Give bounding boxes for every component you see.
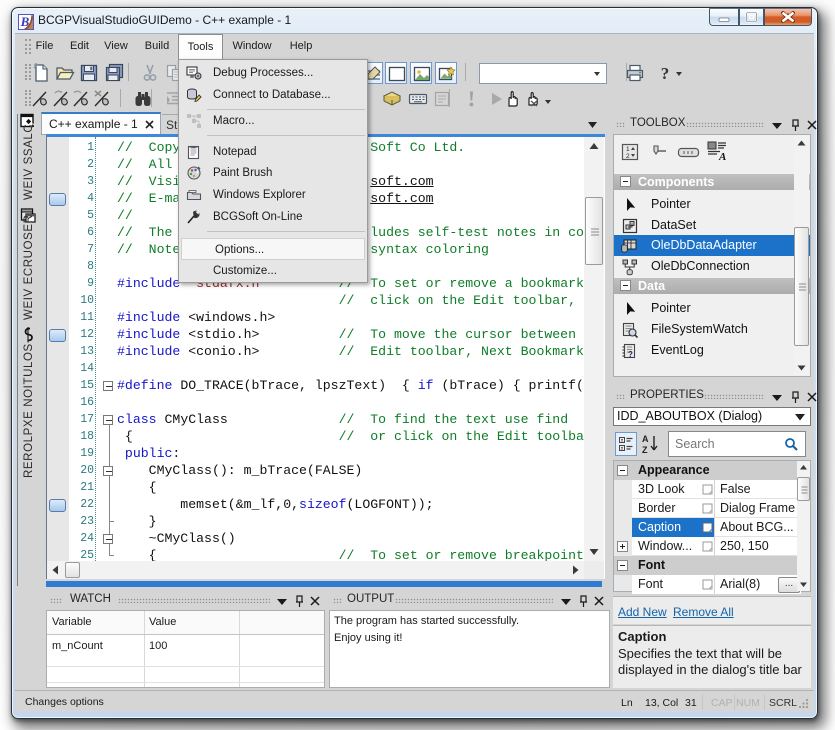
svg-text:A: A	[642, 434, 649, 444]
svg-text:B: B	[20, 14, 30, 29]
svg-text:?: ?	[628, 350, 633, 359]
svg-text:Z: Z	[642, 445, 648, 455]
svg-text:1: 1	[626, 146, 630, 153]
svg-text:?: ?	[661, 64, 670, 83]
svg-text:2: 2	[626, 153, 630, 160]
svg-text:A: A	[718, 151, 726, 162]
